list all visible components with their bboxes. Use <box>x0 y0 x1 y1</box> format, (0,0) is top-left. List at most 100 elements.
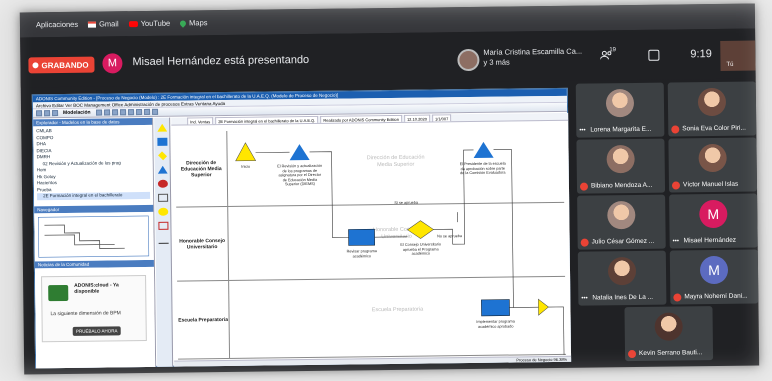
document-shape-icon[interactable] <box>158 221 169 230</box>
youtube-icon <box>128 20 138 27</box>
mic-off-icon <box>671 125 680 134</box>
toolbar-zoom-icon <box>135 109 142 116</box>
self-view-tile[interactable]: Tú <box>720 40 756 71</box>
participant-name: Sonia Eva Color Piri... <box>682 124 746 133</box>
mic-off-icon <box>579 182 589 191</box>
end-event-icon <box>538 298 549 316</box>
bookmark-apps[interactable]: Aplicaciones <box>36 20 78 30</box>
shared-screen: ADONIS Community Edition - [Proceso de N… <box>31 87 572 369</box>
model-tab[interactable]: Ind. Ventas <box>187 117 214 125</box>
participant-tile[interactable]: ••• Natalia Ines De La ... <box>577 250 667 306</box>
end-event-shape-icon[interactable] <box>158 166 168 174</box>
connector-shape-icon[interactable] <box>158 235 169 244</box>
start-event-label: Inicio <box>241 164 251 169</box>
left-panes: Explorador - Modelos en la base de datos… <box>33 117 157 369</box>
participant-tile[interactable]: Kevin Serrano Bauti... <box>624 306 714 362</box>
participant-tile[interactable]: ••• Lorena Margarita E... <box>575 82 665 138</box>
community-pane: ADONIS:cloud - Ya disponible La siguient… <box>34 266 156 369</box>
pinned-participant-more: y 3 más <box>483 57 510 67</box>
toolbar-print-icon <box>151 108 158 115</box>
task4-box <box>481 299 510 317</box>
promo-button[interactable]: PRUÉBALO AHORA <box>72 326 121 336</box>
toolbar-save-icon <box>52 110 59 117</box>
more-options-icon[interactable]: ••• <box>673 237 679 245</box>
task3-box <box>348 228 375 246</box>
participant-photo <box>605 89 635 118</box>
participant-name: Lorena Margarita E... <box>590 125 652 134</box>
yes-approved-label: Sí se aprueba <box>394 200 419 205</box>
bookmark-maps[interactable]: Maps <box>178 18 208 28</box>
event-shape-icon[interactable] <box>157 179 168 188</box>
start-event-shape-icon[interactable] <box>157 124 167 132</box>
recording-badge[interactable]: GRABANDO <box>28 56 95 74</box>
model-tab[interactable]: 12.10.2020 <box>403 114 430 122</box>
mic-off-icon <box>580 238 589 247</box>
toolbar-cut-icon <box>95 109 102 116</box>
participant-tile[interactable]: M Mayra Nohemí Dani... <box>669 249 759 305</box>
more-options-icon[interactable]: ••• <box>579 127 585 135</box>
bookmark-youtube[interactable]: YouTube <box>128 19 170 29</box>
meet-window: Aplicaciones Gmail YouTube Maps GRABANDO… <box>19 3 760 375</box>
toolbar-paste-icon <box>111 109 118 116</box>
participant-tile[interactable]: Julio César Gómez ... <box>577 194 666 250</box>
gmail-icon <box>88 21 97 28</box>
task3-label: Revisar programa académico <box>346 249 377 258</box>
no-approved-label: No se aprueba <box>437 234 463 239</box>
task1-icon <box>289 144 310 161</box>
pinned-participant-avatar[interactable] <box>457 48 480 72</box>
participant-avatar: M <box>699 199 728 229</box>
clock: 9:19 <box>690 48 712 61</box>
activity-shape-icon[interactable] <box>157 137 168 146</box>
model-tab[interactable]: 1/1/007 <box>431 114 452 122</box>
tree-item[interactable]: 2E Formación integral en el bachillerato <box>37 191 151 200</box>
participant-photo <box>607 200 636 230</box>
participant-name: Misael Hernández <box>683 236 737 245</box>
participant-photo <box>607 256 637 286</box>
variable-shape-icon[interactable] <box>158 207 169 216</box>
pinned-participant-label[interactable]: María Cristina Escamilla Ca... y 3 más <box>483 46 593 67</box>
participant-avatar: M <box>699 255 729 285</box>
participant-photo <box>606 145 635 174</box>
decision-label: El Consejo Universitario aprueba el Prog… <box>400 242 441 256</box>
participant-tile[interactable]: Sonia Eva Color Piri... <box>667 81 757 137</box>
diagram-shapes <box>235 141 565 355</box>
task4-label: Implementar programa académico aprobado <box>476 319 515 329</box>
participant-photo <box>654 312 683 341</box>
model-tab[interactable]: Realizado por ADONIS Community Edition <box>320 114 402 123</box>
task2-icon <box>473 141 494 158</box>
people-icon[interactable]: 19 <box>599 47 616 62</box>
mic-off-icon <box>673 293 682 302</box>
model-tree: CMLAB COMPO DHA DIECIA DMRH 02 Revisión y Act… <box>33 124 154 207</box>
adonis-logo <box>48 284 69 302</box>
participant-photo <box>697 87 727 117</box>
task1-label: El Revisión y actualización de los progr… <box>277 163 323 187</box>
participant-name: Natalia Ines De La ... <box>592 293 654 302</box>
modelling-shapes-bar <box>154 117 174 367</box>
start-event-icon <box>235 142 257 162</box>
decision-icon <box>407 220 434 239</box>
pinned-participant-name: María Cristina Escamilla Ca... <box>483 46 583 57</box>
decision-shape-icon[interactable] <box>158 151 168 161</box>
participant-tile[interactable]: M ••• Misael Hernández <box>669 193 758 249</box>
navigator-pane <box>34 211 154 262</box>
participant-tile[interactable]: Víctor Manuel Islas <box>668 137 758 193</box>
participant-tile[interactable]: Bibiano Mendoza A... <box>576 138 666 194</box>
bookmark-maps-label: Maps <box>189 18 208 28</box>
promo-box: ADONIS:cloud - Ya disponible La siguient… <box>41 274 147 343</box>
mic-off-icon <box>671 181 681 190</box>
participant-name: Julio César Gómez ... <box>591 237 655 246</box>
bookmark-gmail[interactable]: Gmail <box>88 19 119 29</box>
toolbar-copy-icon <box>103 109 110 116</box>
process-diagram: Dirección de Educación Media Superior Di… <box>171 121 571 367</box>
bookmark-gmail-label: Gmail <box>99 19 119 29</box>
participants-grid: ••• Lorena Margarita E... Sonia Eva Color … <box>575 81 759 368</box>
recording-dot-icon <box>32 62 39 69</box>
diagram-canvas[interactable]: Ind. Ventas 2E Formación integral en el b… <box>171 112 572 367</box>
chat-icon[interactable] <box>648 49 660 61</box>
participant-name: Kevin Serrano Bauti... <box>638 349 703 357</box>
toolbar-new-icon <box>36 110 43 117</box>
model-tab[interactable]: 2E Formación integral en el bachillerato… <box>215 115 319 125</box>
more-options-icon[interactable]: ••• <box>581 295 587 303</box>
self-view-label: Tú <box>726 61 734 68</box>
swimlane-shape-icon[interactable] <box>158 193 169 202</box>
